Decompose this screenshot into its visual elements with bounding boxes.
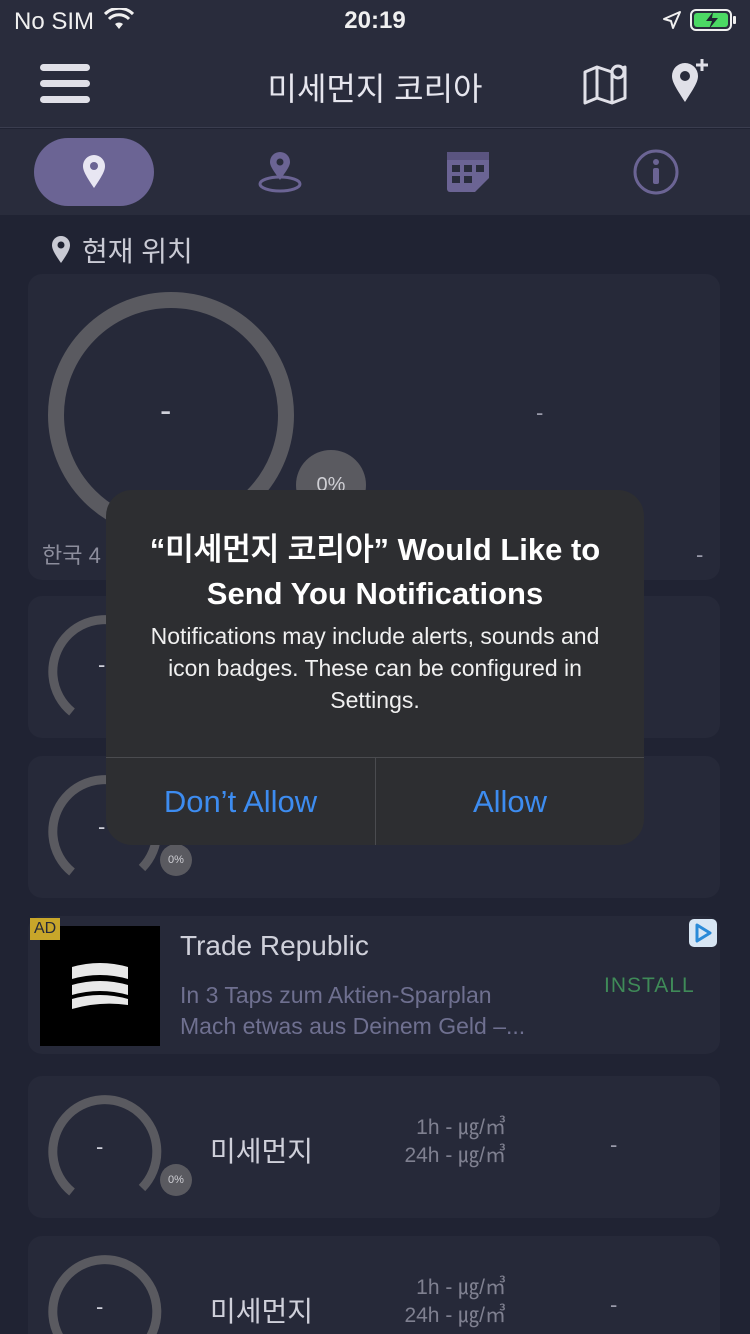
alert-message: Notifications may include alerts, sounds… — [150, 623, 600, 713]
pollutant-label: 미세먼지 — [210, 1136, 314, 1167]
card-value: - — [98, 814, 106, 839]
main-value: - — [160, 392, 172, 430]
row-right-value: - — [610, 1292, 618, 1317]
tab-grid[interactable] — [408, 138, 528, 206]
pollutant-label: 미세먼지 — [210, 1296, 314, 1327]
battery-icon — [690, 8, 738, 37]
ad-title[interactable]: Trade Republic — [180, 930, 369, 962]
country-label: 한국 4 — [42, 543, 101, 568]
meta-24h: 24h - ㎍/㎥ — [404, 1304, 506, 1327]
notification-permission-alert: “미세먼지 코리아” Would Like to Send You Notifi… — [106, 490, 644, 845]
tab-bar — [0, 129, 750, 215]
percent-badge: 0% — [160, 1164, 192, 1196]
row-right-value: - — [610, 1132, 618, 1157]
info-icon — [633, 149, 679, 195]
pollutant-row[interactable]: - 미세먼지 1h - ㎍/㎥ 24h - ㎍/㎥ - — [28, 1236, 720, 1334]
meta-1h: 1h - ㎍/㎥ — [416, 1116, 506, 1139]
pollutant-row[interactable]: - 0% 미세먼지 1h - ㎍/㎥ 24h - ㎍/㎥ - — [28, 1076, 720, 1218]
location-pin-icon — [52, 236, 70, 263]
tab-saved-locations[interactable] — [220, 138, 340, 206]
pollutant-meta: 1h - ㎍/㎥ 24h - ㎍/㎥ — [328, 1114, 506, 1170]
pollutant-meta: 1h - ㎍/㎥ 24h - ㎍/㎥ — [328, 1274, 506, 1330]
dont-allow-button[interactable]: Don’t Allow — [106, 758, 375, 845]
location-pin-icon — [83, 155, 105, 188]
main-bottom-right: - — [696, 542, 704, 567]
ad-badge: AD — [30, 918, 61, 940]
ad-install-button[interactable]: INSTALL — [604, 974, 695, 998]
location-target-icon — [258, 152, 302, 193]
adchoices-icon[interactable] — [688, 918, 718, 953]
map-icon[interactable] — [582, 62, 628, 111]
meta-1h: 1h - ㎍/㎥ — [416, 1276, 506, 1299]
status-bar: No SIM 20:19 — [0, 0, 750, 42]
clock: 20:19 — [344, 7, 406, 34]
tab-info[interactable] — [596, 138, 716, 206]
row-value: - — [96, 1294, 104, 1319]
ad-line-1: In 3 Taps zum Aktien-Sparplan — [180, 982, 492, 1008]
section-label: 현재 위치 — [82, 236, 193, 267]
ad-logo — [40, 926, 160, 1046]
nav-bar: 미세먼지 코리아 — [0, 42, 750, 128]
alert-title: “미세먼지 코리아” Would Like to Send You Notifi… — [149, 532, 601, 611]
percent-badge: 0% — [160, 844, 192, 876]
row-value: - — [96, 1134, 104, 1159]
card-value: - — [98, 652, 106, 677]
tab-current-location[interactable] — [34, 138, 154, 206]
meta-24h: 24h - ㎍/㎥ — [404, 1144, 506, 1167]
add-location-icon[interactable] — [668, 58, 710, 111]
trade-republic-logo-icon — [72, 963, 128, 1009]
location-arrow-icon — [662, 10, 682, 35]
allow-button[interactable]: Allow — [376, 758, 644, 845]
ad-line-2: Mach etwas aus Deinem Geld –... — [180, 1013, 526, 1039]
app-title: 미세먼지 코리아 — [267, 71, 483, 107]
gauge-ring — [48, 1255, 162, 1334]
current-location-header: 현재 위치 — [50, 230, 193, 270]
main-right-value: - — [536, 400, 544, 425]
grid-calendar-icon — [447, 152, 489, 192]
ad-banner[interactable]: AD Trade Republic In 3 Taps zum Aktien-S… — [28, 916, 720, 1054]
